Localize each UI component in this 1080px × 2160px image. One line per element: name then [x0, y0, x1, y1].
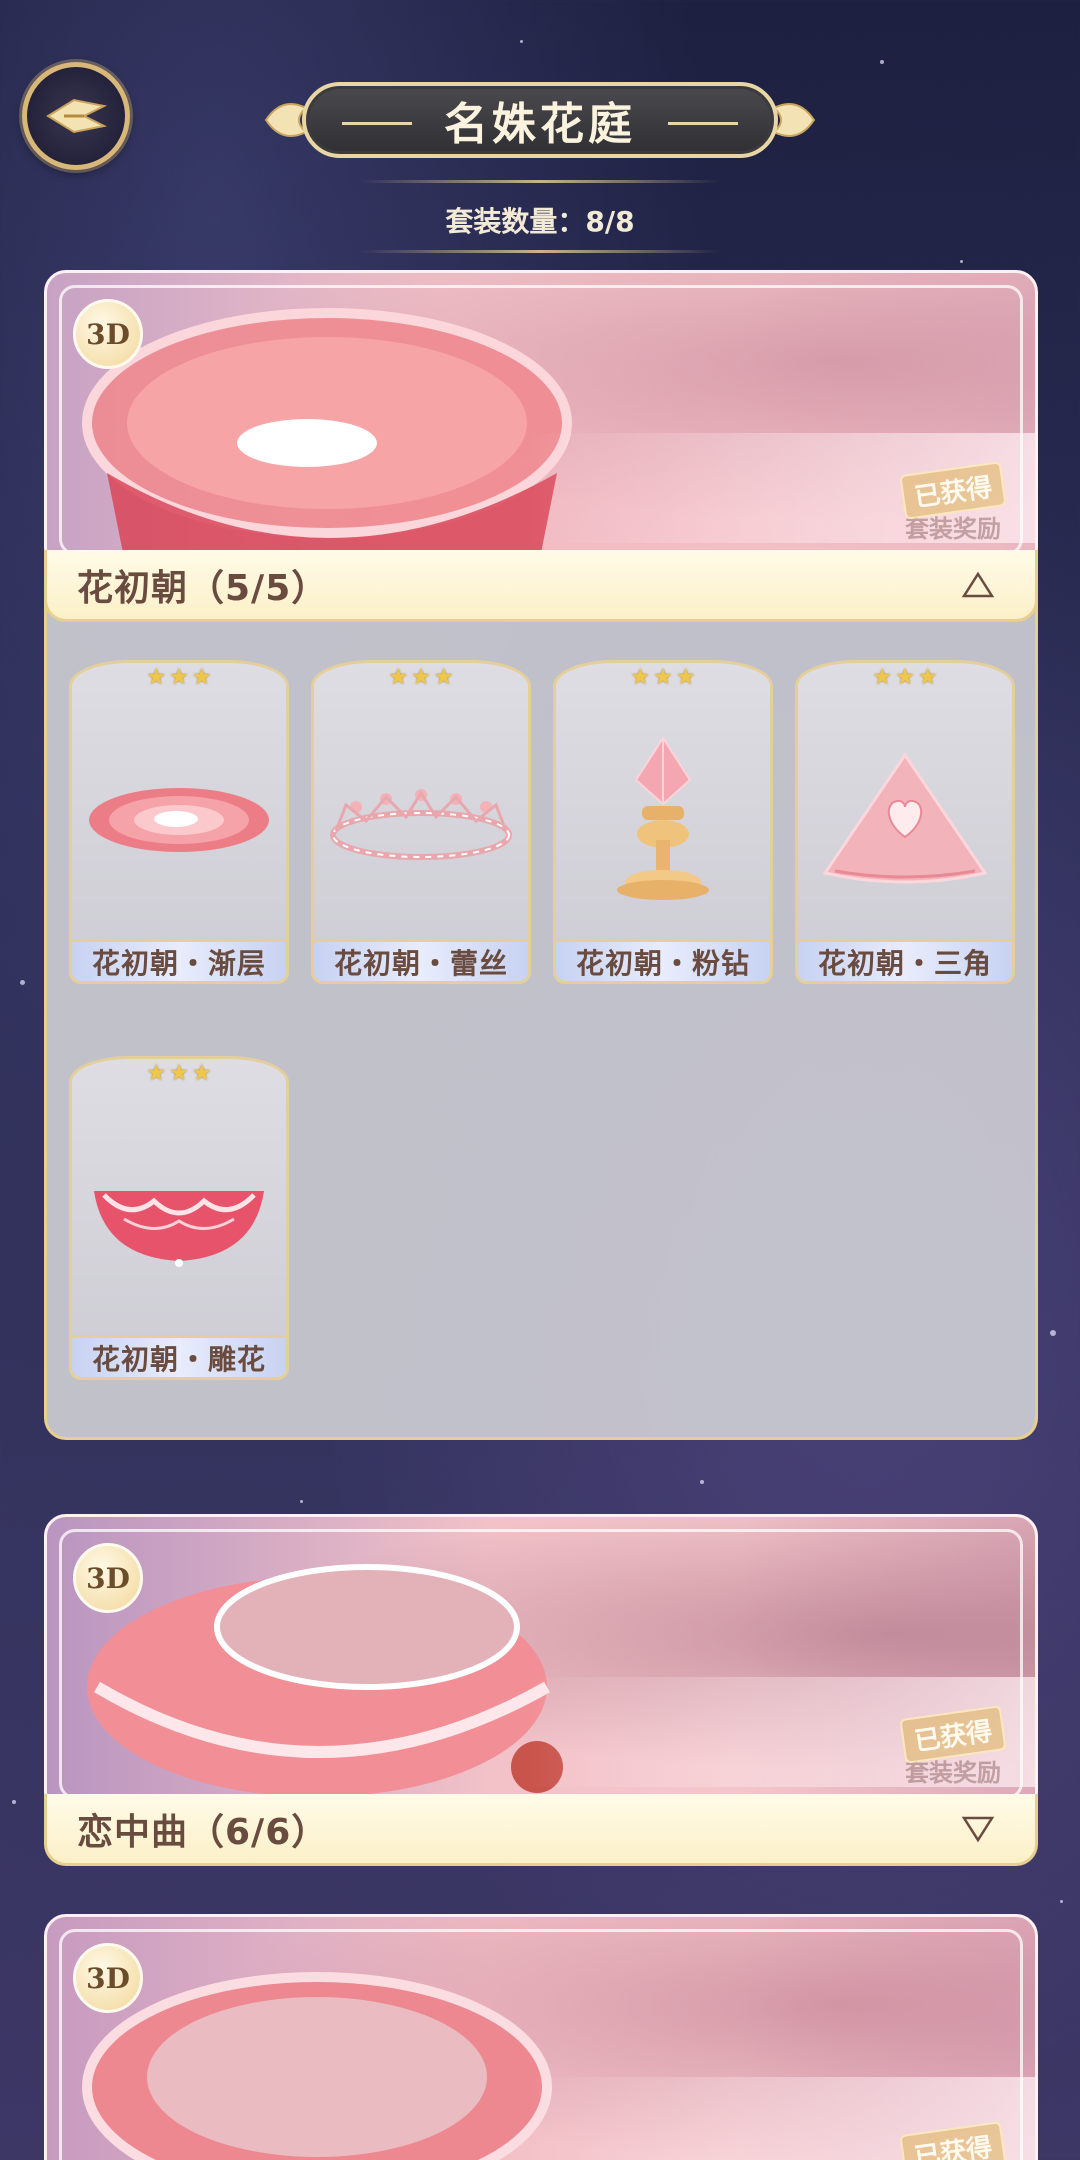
obtained-stamp: 已获得 套装奖励 [893, 461, 1013, 543]
star-rating: ★ ★ ★ [146, 665, 212, 690]
star-rating: ★ ★ ★ [146, 1061, 212, 1086]
3d-badge[interactable]: 3D [73, 1543, 143, 1613]
carved-bowl-icon [94, 1191, 264, 1267]
suit-name: 花初朝（5/5） [77, 567, 329, 609]
item-label: 花初朝・粉钻 [553, 940, 773, 984]
item-card[interactable]: ★ ★ ★ 花初朝・蕾丝 [311, 640, 531, 984]
page-title-plate: 名姝花庭 [262, 78, 818, 162]
heart-triangle-icon [822, 752, 988, 884]
obtained-label: 已获得 [899, 2120, 1007, 2160]
item-label: 花初朝・雕花 [69, 1336, 289, 1380]
obtained-stamp: 已获得 套装奖励 [893, 1705, 1013, 1787]
count-rule-bottom [360, 250, 720, 253]
suit-banner[interactable]: 3D 已获得 [44, 1914, 1038, 2160]
back-arrow-icon [46, 98, 108, 134]
3d-badge[interactable]: 3D [73, 299, 143, 369]
suit-count-text: 套装数量：8/8 [445, 205, 635, 238]
3d-badge[interactable]: 3D [73, 1943, 143, 2013]
item-label: 花初朝・渐层 [69, 940, 289, 984]
suit-banner[interactable]: 3D 已获得 套装奖励 [44, 1514, 1038, 1814]
suit-name: 恋中曲（6/6） [77, 1811, 329, 1853]
item-card[interactable]: ★ ★ ★ 花初朝・渐层 [69, 640, 289, 984]
obtained-stamp: 已获得 [893, 2113, 1013, 2160]
suit-card-3: 3D 已获得 [44, 1914, 1038, 2160]
item-card[interactable]: ★ ★ ★ 花初朝・三角 [795, 640, 1015, 984]
expand-triangle-icon[interactable] [961, 1815, 995, 1843]
count-rule-top [360, 180, 720, 183]
title-rule-right [668, 122, 738, 125]
star-rating: ★ ★ ★ [630, 665, 696, 690]
title-rule-left [342, 122, 412, 125]
item-label: 花初朝・三角 [795, 940, 1015, 984]
suit-banner[interactable]: 3D 已获得 套装奖励 [44, 270, 1038, 570]
item-card[interactable]: ★ ★ ★ 花初朝・雕花 [69, 1036, 289, 1380]
gradient-bowl-icon [89, 788, 269, 852]
collapse-triangle-icon[interactable] [961, 571, 995, 599]
page-title: 名姝花庭 [444, 99, 636, 150]
suit-items-panel: ★ ★ ★ 花初朝・渐层 ★ ★ ★ 花初朝・蕾丝 ★ ★ ★ 花初朝・粉钻 ★… [44, 600, 1038, 1440]
suit-card-2: 3D 已获得 套装奖励 恋中曲（6/6） [44, 1514, 1038, 1874]
suit-card-1: ★ ★ ★ 花初朝・渐层 ★ ★ ★ 花初朝・蕾丝 ★ ★ ★ 花初朝・粉钻 ★… [44, 270, 1038, 1470]
back-button[interactable] [22, 62, 130, 170]
pink-diamond-icon [617, 736, 709, 900]
suit-header-bar[interactable]: 花初朝（5/5） [44, 550, 1038, 622]
suit-count: 套装数量：8/8 [0, 180, 1080, 256]
item-card[interactable]: ★ ★ ★ 花初朝・粉钻 [553, 640, 773, 984]
suit-header-bar[interactable]: 恋中曲（6/6） [44, 1794, 1038, 1866]
lace-crown-icon [330, 789, 512, 860]
star-rating: ★ ★ ★ [872, 665, 938, 690]
star-rating: ★ ★ ★ [388, 665, 454, 690]
item-label: 花初朝・蕾丝 [311, 940, 531, 984]
